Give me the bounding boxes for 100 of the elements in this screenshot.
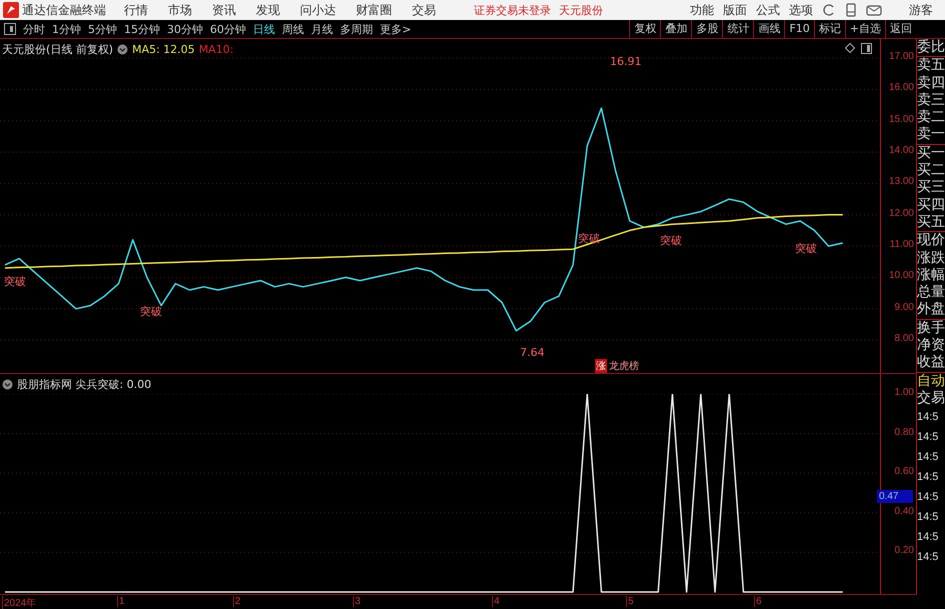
axis-tick-label: 16.00: [888, 82, 914, 94]
event-tag[interactable]: 龙虎榜: [609, 359, 639, 373]
mail-icon[interactable]: [866, 4, 882, 16]
period-tab[interactable]: 分时: [23, 22, 45, 36]
period-tab[interactable]: 月线: [311, 22, 333, 36]
chart-annotation: 突破: [795, 242, 817, 255]
menu-item[interactable]: 资讯: [212, 2, 236, 18]
indicator-title: 股朋指标网 尖兵突破: 0.00: [17, 377, 152, 392]
chart-annotation: 7.64: [520, 346, 544, 359]
trade-time: 14:5: [917, 470, 940, 486]
trade-label: 交易: [917, 390, 945, 408]
ma10-value: MA10:: [198, 43, 234, 56]
trade-time: 14:5: [917, 530, 940, 546]
quote-label: 换手: [917, 320, 945, 338]
menu-item[interactable]: 行情: [124, 2, 148, 18]
user-name[interactable]: 游客: [909, 2, 933, 18]
quote-label: 卖一: [917, 126, 945, 144]
login-status[interactable]: 证券交易未登录: [474, 2, 551, 18]
axis-tick-label: 6: [754, 596, 762, 607]
period-tab[interactable]: 多周期: [340, 22, 373, 36]
menu-item[interactable]: 财富圈: [356, 2, 392, 18]
panel-toggle-icon[interactable]: [861, 43, 872, 54]
period-tab[interactable]: 周线: [282, 22, 304, 36]
toolbar-button[interactable]: 统计: [722, 20, 754, 38]
trade-time: 14:5: [917, 410, 940, 426]
axis-tick-label: 5: [626, 596, 634, 607]
trade-time: 14:5: [917, 510, 940, 526]
axis-tick-label: 9.00: [894, 302, 914, 313]
quote-label: 卖二: [917, 109, 945, 126]
toolbar-button[interactable]: 叠加: [660, 20, 692, 38]
trade-mode[interactable]: 自动: [917, 372, 945, 390]
quote-label: 外盘: [917, 301, 945, 319]
quote-label: 买一: [917, 144, 945, 162]
quote-label: 卖四: [917, 74, 945, 92]
period-tab[interactable]: 5分钟: [88, 22, 117, 36]
diamond-icon[interactable]: [845, 43, 855, 53]
axis-tick-label: 13.00: [888, 176, 914, 188]
period-tab[interactable]: 1分钟: [52, 22, 81, 36]
toolbar-button[interactable]: 标记: [814, 20, 845, 38]
event-tag[interactable]: 涨: [595, 359, 607, 373]
quote-label: 净资: [917, 337, 945, 354]
toolbar-button[interactable]: +自选: [844, 20, 885, 38]
period-tab[interactable]: 更多>: [380, 22, 412, 36]
axis-tick-label: 10.00: [888, 270, 914, 282]
quote-label: 买四: [917, 196, 945, 214]
app-title: 通达信金融终端: [22, 2, 106, 18]
axis-tick-label: 0.20: [894, 545, 914, 556]
tool-menu-item[interactable]: 公式: [756, 2, 780, 18]
chart-annotation: 16.91: [610, 55, 642, 68]
phone-icon[interactable]: [845, 3, 857, 17]
quote-label: 卖三: [917, 92, 945, 110]
quote-label: 买二: [917, 162, 945, 180]
axis-tick-label: 8.00: [894, 333, 914, 344]
period-tab[interactable]: 30分钟: [167, 22, 203, 36]
quote-label: 买三: [917, 179, 945, 197]
tool-menu-item[interactable]: 选项: [789, 2, 813, 18]
quote-label: 买五: [917, 214, 945, 232]
axis-tick-label: 11.00: [890, 239, 914, 250]
panel-toggle-icon[interactable]: [4, 23, 16, 35]
axis-tick-label: 0.60: [894, 466, 914, 478]
axis-tick-label: 2024年: [2, 596, 36, 609]
axis-tick-label: 1: [117, 596, 125, 607]
dropdown-icon[interactable]: [117, 44, 128, 55]
axis-tick-label: 15.00: [888, 114, 914, 125]
chart-annotation: 突破: [4, 275, 26, 288]
axis-tick-label: 3: [353, 596, 361, 607]
period-tab[interactable]: 60分钟: [210, 22, 246, 36]
chart-annotation: 突破: [140, 305, 162, 318]
axis-tick-label: 2: [233, 596, 241, 607]
toolbar-button[interactable]: F10: [784, 20, 814, 38]
trade-time: 14:5: [917, 490, 940, 506]
axis-tick-label: 17.00: [888, 51, 914, 62]
trade-time: 14:5: [917, 430, 940, 446]
trade-time: 14:5: [917, 550, 940, 566]
toolbar-button[interactable]: 多股: [691, 20, 722, 38]
tool-menu-item[interactable]: 功能: [690, 2, 714, 18]
axis-tick-label: 12.00: [888, 208, 914, 219]
cursor-value-label: 0.47: [877, 490, 913, 503]
toolbar-button[interactable]: 返回: [885, 20, 916, 38]
menu-item[interactable]: 市场: [168, 2, 192, 18]
menu-item[interactable]: 问小达: [300, 2, 336, 18]
stock-name: 天元股份: [559, 2, 603, 18]
quote-label: 总量: [917, 284, 945, 302]
chart-annotation: 突破: [660, 234, 682, 247]
dropdown-icon[interactable]: [2, 379, 13, 390]
quote-label: 现价: [917, 232, 945, 250]
axis-tick-label: 4: [492, 596, 500, 607]
menu-item[interactable]: 交易: [412, 2, 436, 18]
period-tab[interactable]: 15分钟: [124, 22, 160, 36]
quote-label: 涨跌: [917, 250, 945, 267]
menu-item[interactable]: 发现: [256, 2, 280, 18]
toolbar-button[interactable]: 复权: [629, 20, 660, 38]
refresh-icon[interactable]: [822, 3, 836, 17]
chart-title: 天元股份(日线 前复权): [2, 42, 114, 57]
axis-tick-label: 0.40: [894, 506, 914, 517]
axis-tick-label: 14.00: [888, 145, 914, 156]
period-tab[interactable]: 日线: [253, 22, 275, 36]
toolbar-button[interactable]: 画线: [753, 20, 784, 38]
axis-tick-label: 1.00: [894, 387, 914, 398]
tool-menu-item[interactable]: 版面: [723, 2, 747, 18]
